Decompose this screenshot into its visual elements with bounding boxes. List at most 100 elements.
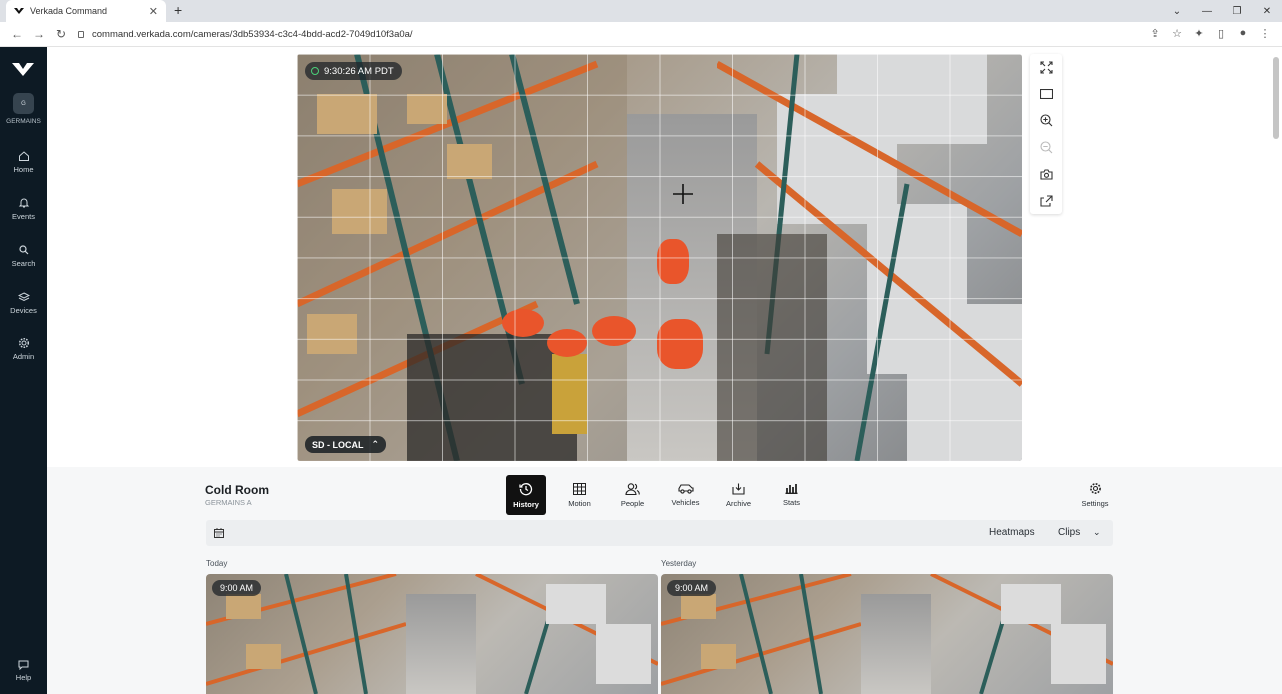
sidebar-item-label: Admin — [12, 352, 35, 361]
star-icon[interactable]: ☆ — [1166, 27, 1188, 40]
page-scrollbar[interactable] — [1273, 57, 1279, 139]
sidebar-item-home[interactable]: Home — [0, 150, 47, 174]
settings-button[interactable]: Settings — [1075, 482, 1115, 508]
tab-label: People — [620, 498, 645, 508]
tab-stats[interactable]: Stats — [765, 475, 818, 515]
chevron-up-icon: ⌃ — [371, 439, 380, 449]
tab-motion[interactable]: Motion — [553, 475, 606, 515]
rectangle-icon — [1039, 89, 1053, 99]
new-tab-button[interactable]: + — [174, 2, 182, 18]
zoom-out-icon — [1039, 140, 1052, 153]
tab-search-icon[interactable]: ⌄ — [1162, 6, 1192, 17]
expand-icon — [1039, 60, 1053, 74]
history-thumbnail-yesterday[interactable]: 9:00 AM — [661, 574, 1113, 694]
extensions-icon[interactable]: ✦ — [1188, 27, 1210, 40]
tab-history[interactable]: History — [506, 475, 546, 515]
camera-name: Cold Room — [205, 483, 269, 497]
sidebar-item-events[interactable]: Events — [0, 197, 47, 221]
zoom-in-icon — [1039, 113, 1052, 126]
thumbnail-time-chip: 9:00 AM — [667, 580, 717, 596]
tab-label: Motion — [568, 498, 591, 508]
heatmaps-button[interactable]: Heatmaps — [989, 527, 1035, 538]
aisle-floor — [861, 594, 931, 694]
back-icon[interactable]: ← — [6, 27, 28, 41]
clock-icon — [311, 67, 319, 75]
address-bar: ← → ↻ command.verkada.com/cameras/3db539… — [0, 22, 1282, 47]
browser-tab-title: Verkada Command — [30, 6, 108, 16]
share-icon — [1039, 195, 1053, 207]
gear-icon — [18, 337, 29, 349]
motion-grid-overlay — [297, 54, 1022, 461]
theater-mode-button[interactable] — [1030, 81, 1062, 107]
zoom-out-button[interactable] — [1030, 134, 1062, 160]
camera-site: GERMAINS A — [205, 498, 252, 507]
tab-label: Archive — [725, 498, 751, 508]
car-icon — [677, 484, 694, 494]
help-label: Help — [15, 673, 32, 682]
browser-tab[interactable]: Verkada Command ✕ — [6, 0, 166, 22]
tab-label: Stats — [782, 498, 801, 507]
close-window-button[interactable]: ✕ — [1252, 6, 1282, 17]
share-icon[interactable]: ⇪ — [1144, 27, 1166, 40]
bell-icon — [18, 198, 29, 208]
tab-people[interactable]: People — [606, 475, 659, 515]
zoom-in-button[interactable] — [1030, 107, 1062, 133]
stream-quality-label: SD - LOCAL — [312, 439, 364, 450]
sidebar-item-admin[interactable]: Admin — [0, 337, 47, 361]
history-thumbnail-today[interactable]: 9:00 AM — [206, 574, 658, 694]
tab-vehicles[interactable]: Vehicles — [659, 475, 712, 515]
clips-dropdown[interactable]: Clips ⌄ — [1058, 527, 1101, 538]
bar-chart-icon — [785, 484, 798, 494]
tab-archive[interactable]: Archive — [712, 475, 765, 515]
sidebar-item-label: Devices — [10, 306, 37, 315]
clips-label: Clips — [1058, 527, 1081, 538]
sidebar-item-search[interactable]: Search — [0, 244, 47, 268]
lock-icon — [78, 30, 84, 38]
org-avatar[interactable]: G — [13, 93, 34, 114]
stream-quality-selector[interactable]: SD - LOCAL ⌃ — [305, 436, 387, 453]
home-icon — [18, 151, 29, 161]
url-text: command.verkada.com/cameras/3db53934-c3c… — [92, 28, 413, 40]
tab-label: Vehicles — [671, 498, 700, 507]
timestamp-chip: 9:30:26 AM PDT — [305, 62, 402, 80]
restore-button[interactable]: ❐ — [1222, 6, 1252, 17]
timestamp-text: 9:30:26 AM PDT — [324, 65, 394, 77]
history-toolbar: Heatmaps Clips ⌄ — [206, 520, 1113, 546]
tab-label: History — [513, 499, 539, 509]
org-label: GERMAINS — [6, 118, 41, 125]
reload-icon[interactable]: ↻ — [50, 27, 72, 41]
chat-icon — [18, 660, 29, 670]
tab-close-icon[interactable]: ✕ — [149, 5, 158, 18]
help-button[interactable]: Help — [0, 660, 47, 682]
chevron-down-icon: ⌄ — [1093, 527, 1101, 537]
side-panel-icon[interactable]: ▯ — [1210, 27, 1232, 40]
forward-icon[interactable]: → — [28, 27, 50, 41]
left-sidebar: G GERMAINS Home Events Search Devices Ad… — [0, 47, 47, 694]
menu-icon[interactable]: ⋮ — [1254, 27, 1276, 40]
profile-icon[interactable]: ● — [1232, 27, 1254, 40]
gear-icon — [1089, 483, 1101, 494]
yesterday-label: Yesterday — [661, 559, 697, 568]
video-toolbar — [1030, 54, 1062, 214]
sidebar-item-devices[interactable]: Devices — [0, 291, 47, 315]
today-label: Today — [206, 559, 228, 568]
url-field[interactable]: command.verkada.com/cameras/3db53934-c3c… — [78, 29, 413, 40]
view-tabs: History Motion People Vehicles Archive S… — [506, 475, 818, 515]
crosshair-cursor-icon — [673, 184, 693, 204]
live-video-feed[interactable]: 9:30:26 AM PDT SD - LOCAL ⌃ — [297, 54, 1022, 461]
verkada-logo-icon[interactable] — [12, 61, 34, 77]
sidebar-item-label: Search — [11, 259, 36, 268]
sidebar-item-label: Events — [12, 212, 35, 221]
calendar-icon[interactable] — [214, 528, 224, 538]
sidebar-item-label: Home — [13, 165, 34, 174]
minimize-button[interactable]: — — [1192, 6, 1222, 17]
camera-icon — [1039, 168, 1053, 180]
aisle-floor — [406, 594, 476, 694]
settings-label: Settings — [1081, 499, 1109, 508]
history-icon — [519, 482, 533, 495]
snapshot-button[interactable] — [1030, 161, 1062, 187]
fullscreen-button[interactable] — [1030, 54, 1062, 80]
window-controls: ⌄ — ❐ ✕ — [1162, 0, 1282, 22]
browser-tab-bar: Verkada Command ✕ + ⌄ — ❐ ✕ — [0, 0, 1282, 22]
share-button[interactable] — [1030, 188, 1062, 214]
